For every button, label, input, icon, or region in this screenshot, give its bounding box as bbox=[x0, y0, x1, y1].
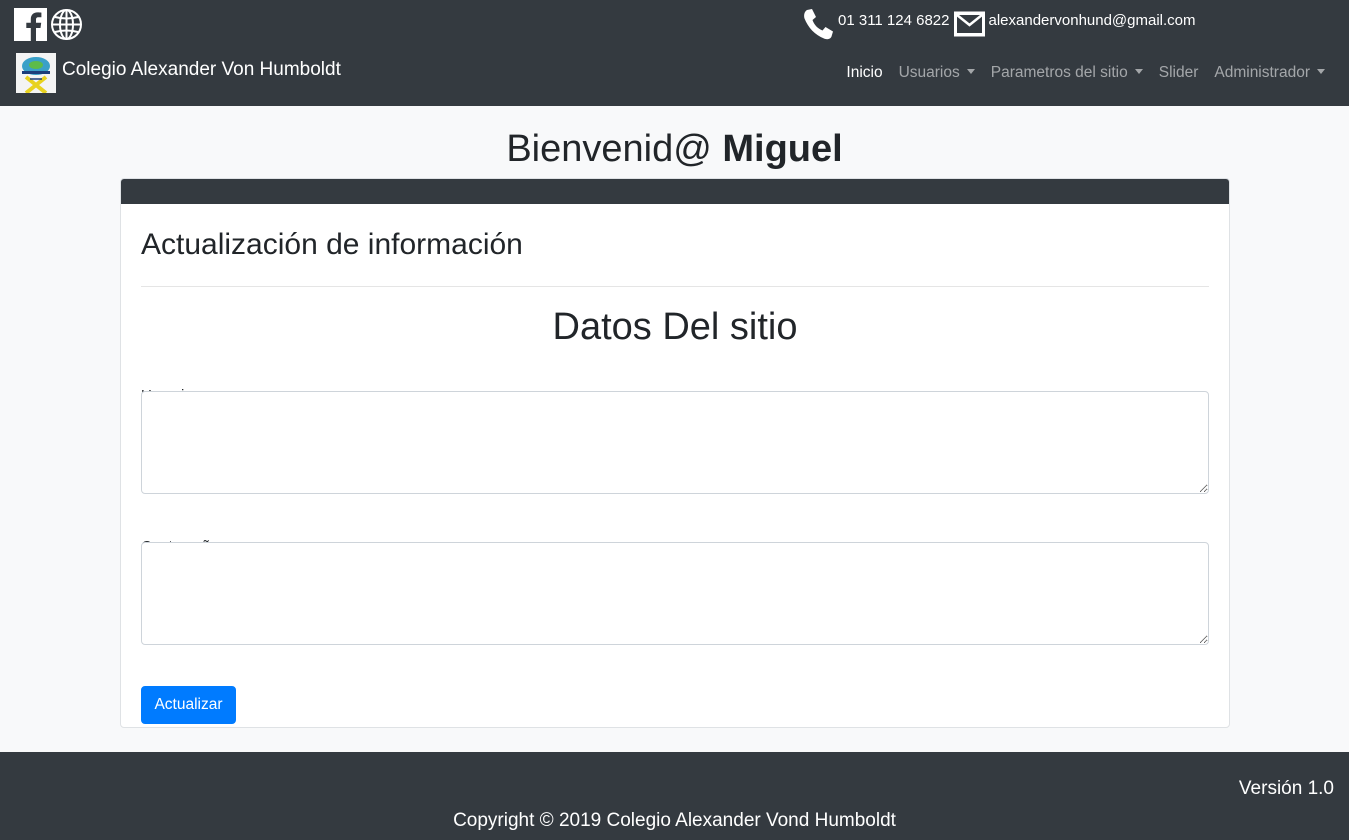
copyright-text: Copyright © 2019 Colegio Alexander Vond … bbox=[453, 810, 896, 831]
brand[interactable]: Colegio Alexander Von Humboldt bbox=[16, 53, 341, 95]
welcome-prefix: Bienvenid@ bbox=[506, 128, 712, 170]
top-navbar: 01 311 124 6822 alexandervonhund@gmail.c… bbox=[0, 0, 1349, 106]
password-field[interactable] bbox=[141, 542, 1209, 645]
school-logo[interactable] bbox=[16, 53, 56, 95]
mail-icon bbox=[953, 10, 986, 38]
brand-name[interactable]: Colegio Alexander Von Humboldt bbox=[62, 59, 341, 81]
divider bbox=[141, 286, 1209, 287]
contact-info: 01 311 124 6822 alexandervonhund@gmail.c… bbox=[801, 8, 1196, 40]
chevron-down-icon bbox=[1134, 69, 1143, 74]
facebook-icon[interactable] bbox=[14, 8, 47, 41]
chevron-down-icon bbox=[966, 69, 975, 74]
update-card: Actualización de información Datos Del s… bbox=[120, 178, 1230, 728]
chevron-down-icon bbox=[1317, 69, 1325, 74]
usuario-field[interactable] bbox=[141, 391, 1209, 494]
update-button[interactable]: Actualizar bbox=[141, 686, 236, 724]
phone-icon bbox=[801, 8, 835, 40]
nav-item-administrador[interactable]: Administrador bbox=[1206, 64, 1333, 82]
nav-item-usuarios[interactable]: Usuarios bbox=[891, 64, 983, 82]
nav-item-inicio[interactable]: Inicio bbox=[838, 64, 890, 82]
phone-number[interactable]: 01 311 124 6822 bbox=[838, 12, 950, 29]
section-subtitle: Datos Del sitio bbox=[552, 306, 798, 348]
footer: Versión 1.0 Copyright © 2019 Colegio Ale… bbox=[0, 752, 1349, 840]
version-text: Versión 1.0 bbox=[1238, 778, 1334, 799]
nav-item-slider[interactable]: Slider bbox=[1151, 64, 1207, 82]
globe-icon[interactable] bbox=[50, 8, 83, 41]
card-header bbox=[121, 179, 1229, 204]
main-nav: Inicio Usuarios Parametros del sitio Sli… bbox=[838, 64, 1333, 82]
social-links bbox=[14, 8, 83, 41]
nav-item-parametros[interactable]: Parametros del sitio bbox=[983, 64, 1151, 82]
card-title: Actualización de información bbox=[141, 228, 523, 261]
welcome-heading: Bienvenid@ Miguel bbox=[0, 124, 1349, 174]
welcome-username: Miguel bbox=[722, 128, 843, 170]
email-address[interactable]: alexandervonhund@gmail.com bbox=[989, 12, 1196, 29]
